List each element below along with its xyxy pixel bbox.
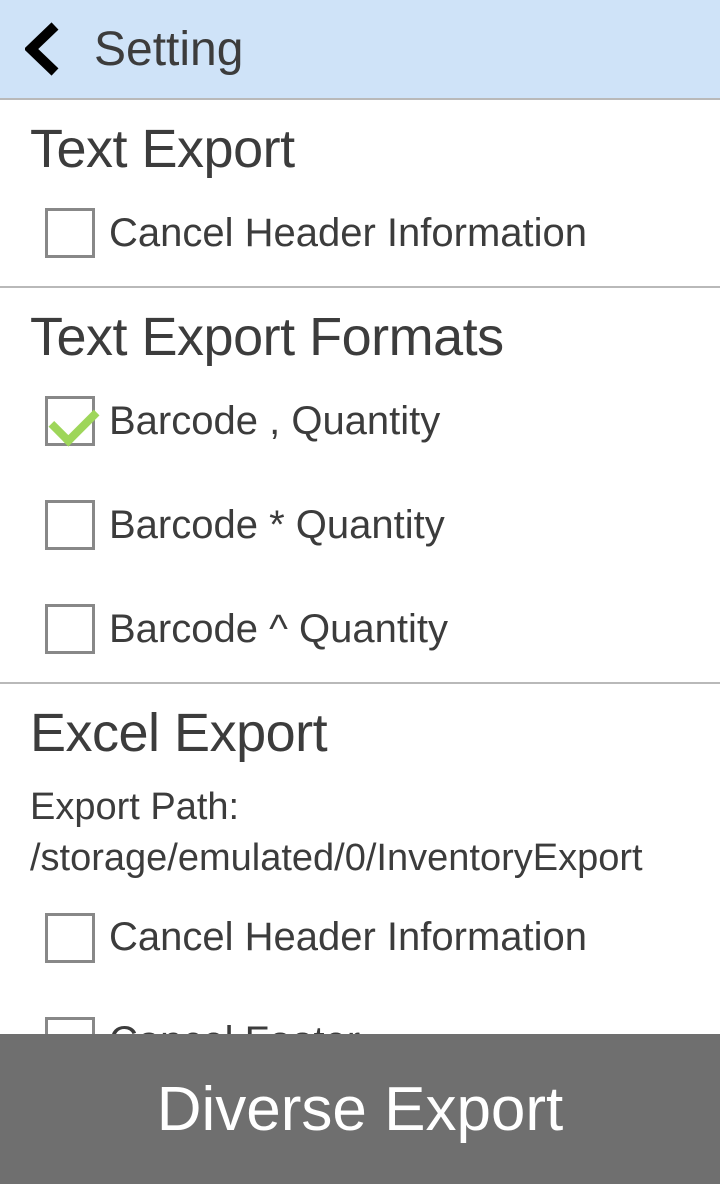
section-title-text-export-formats: Text Export Formats (30, 306, 690, 368)
option-barcode-star[interactable]: Barcode * Quantity (45, 500, 690, 550)
checkbox-icon (45, 604, 95, 654)
option-label: Cancel Header Information (109, 915, 587, 960)
section-title-excel-export: Excel Export (30, 702, 690, 764)
back-icon[interactable] (22, 19, 62, 79)
option-cancel-footer-excel[interactable]: Cancel Footer (45, 1017, 690, 1034)
content-area: Text Export Cancel Header Information Te… (0, 100, 720, 1034)
option-label: Barcode ^ Quantity (109, 607, 448, 652)
checkbox-icon (45, 208, 95, 258)
option-label: Barcode * Quantity (109, 503, 445, 548)
section-title-text-export: Text Export (30, 118, 690, 180)
header-bar: Setting (0, 0, 720, 100)
export-path-text: Export Path: /storage/emulated/0/Invento… (30, 782, 690, 885)
page-title: Setting (94, 22, 243, 77)
section-excel-export: Excel Export Export Path: /storage/emula… (0, 684, 720, 1034)
option-barcode-caret[interactable]: Barcode ^ Quantity (45, 604, 690, 654)
option-cancel-header-text[interactable]: Cancel Header Information (45, 208, 690, 258)
option-barcode-comma[interactable]: Barcode , Quantity (45, 396, 690, 446)
checkbox-icon (45, 913, 95, 963)
footer-label: Diverse Export (157, 1074, 564, 1145)
option-label: Cancel Header Information (109, 211, 587, 256)
section-text-export: Text Export Cancel Header Information (0, 100, 720, 288)
checkbox-icon (45, 396, 95, 446)
option-label: Barcode , Quantity (109, 399, 440, 444)
option-label: Cancel Footer (109, 1019, 360, 1034)
option-cancel-header-excel[interactable]: Cancel Header Information (45, 913, 690, 963)
footer-bar[interactable]: Diverse Export (0, 1034, 720, 1184)
section-text-export-formats: Text Export Formats Barcode , Quantity B… (0, 288, 720, 684)
checkbox-icon (45, 1017, 95, 1034)
checkbox-icon (45, 500, 95, 550)
